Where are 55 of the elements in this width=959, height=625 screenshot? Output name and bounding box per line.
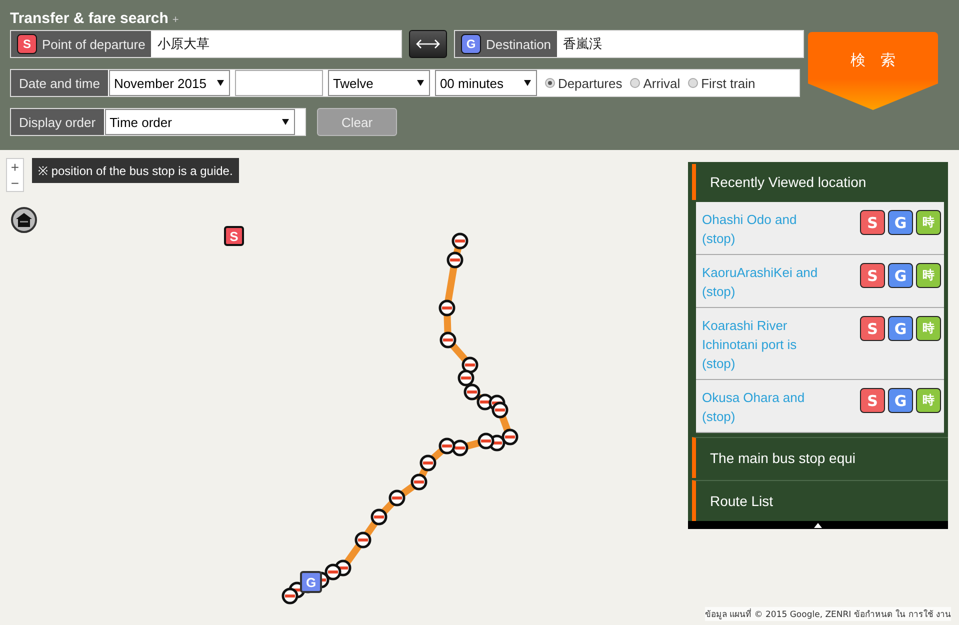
quick-set-button[interactable]: 時	[916, 210, 941, 235]
up-triangle-icon	[814, 522, 822, 528]
search-button[interactable]: 検 索	[808, 32, 938, 110]
dropdown-caret-icon	[282, 119, 289, 125]
quick-set-button[interactable]: G	[888, 210, 913, 235]
expand-toggle[interactable]: +	[172, 14, 179, 26]
page-title: Transfer & fare search	[10, 10, 168, 26]
clear-button[interactable]: Clear	[317, 108, 397, 136]
hour-select[interactable]: Twelve	[328, 70, 430, 96]
swap-button[interactable]	[409, 30, 447, 58]
display-order-label: Display order	[11, 109, 104, 135]
start-marker[interactable]: S	[224, 226, 244, 246]
quick-set-button[interactable]: G	[888, 388, 913, 413]
location-link[interactable]: Okusa Ohara and (stop)	[702, 388, 827, 426]
destination-field[interactable]: G Destination 香嵐渓	[454, 30, 804, 58]
time-type-radio[interactable]: Departures	[544, 76, 622, 90]
minute-select[interactable]: 00 minutes	[434, 70, 537, 96]
notice-tooltip: ※ position of the bus stop is a guide.	[32, 158, 239, 183]
zoom-in-button[interactable]: +	[7, 159, 23, 175]
start-badge: S	[17, 34, 37, 54]
location-link[interactable]: Koarashi River Ichinotani port is (stop)	[702, 316, 827, 373]
date-time-label: Date and time	[11, 70, 108, 96]
destination-input[interactable]: 香嵐渓	[557, 31, 803, 57]
month-select[interactable]: November 2015	[108, 70, 230, 96]
quick-set-button[interactable]: S	[860, 316, 885, 341]
display-order-select[interactable]: Time order	[104, 109, 295, 135]
quick-set-button[interactable]: S	[860, 210, 885, 235]
zoom-out-button[interactable]: −	[7, 175, 23, 191]
quick-set-button[interactable]: 時	[916, 263, 941, 288]
dropdown-caret-icon	[216, 80, 224, 86]
quick-set-button[interactable]: G	[888, 316, 913, 341]
destination-label: Destination	[486, 36, 552, 52]
goal-marker[interactable]: G	[300, 571, 322, 593]
goal-badge: G	[461, 34, 481, 54]
location-link[interactable]: Ohashi Odo and (stop)	[702, 210, 827, 248]
dropdown-caret-icon	[416, 80, 424, 86]
map-attribution: ข้อมูล แผนที่ © 2015 Google, ZENRI ข้อกำหนด ใน การใช้ งาน	[704, 607, 951, 621]
time-type-radio[interactable]: First train	[688, 76, 756, 90]
house-icon	[16, 213, 32, 227]
swap-arrows-icon	[416, 39, 440, 49]
time-type-radio[interactable]: Arrival	[630, 76, 680, 90]
quick-set-button[interactable]: S	[860, 263, 885, 288]
quick-set-button[interactable]: 時	[916, 316, 941, 341]
map-area[interactable]	[0, 150, 959, 625]
dropdown-caret-icon	[524, 80, 531, 86]
day-input[interactable]	[234, 70, 323, 96]
quick-set-button[interactable]: 時	[916, 388, 941, 413]
departure-field[interactable]: S Point of departure 小原大草	[10, 30, 402, 58]
home-button[interactable]	[11, 207, 37, 233]
location-link[interactable]: KaoruArashiKei and (stop)	[702, 263, 827, 301]
panel-section-header[interactable]: The main bus stop equi	[692, 437, 948, 478]
departure-input[interactable]: 小原大草	[151, 31, 401, 57]
quick-set-button[interactable]: G	[888, 263, 913, 288]
quick-set-button[interactable]: S	[860, 388, 885, 413]
departure-label: Point of departure	[42, 36, 146, 52]
